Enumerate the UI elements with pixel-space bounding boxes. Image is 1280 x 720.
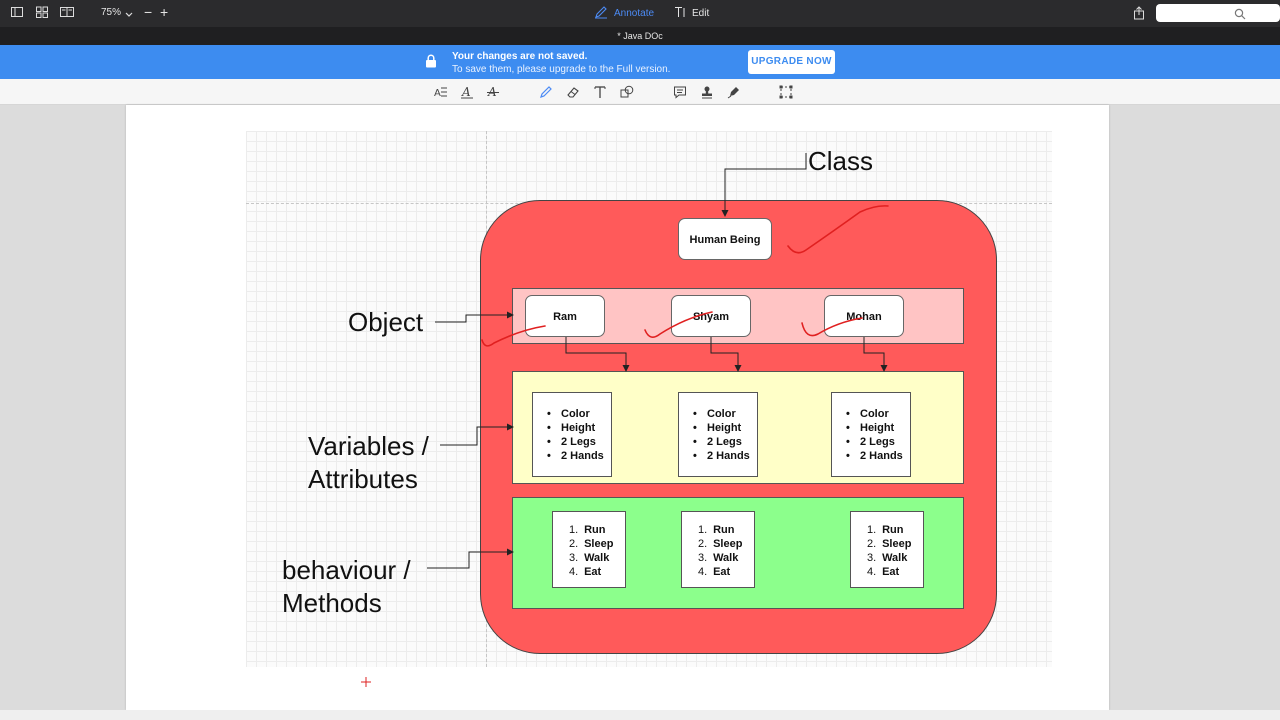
check-mark-ram	[481, 325, 546, 347]
ram-arrow	[565, 337, 630, 372]
crosshair-marker	[361, 677, 371, 687]
variables-arrow	[440, 423, 514, 446]
red-check-marks	[481, 205, 889, 347]
mohan-arrow	[863, 337, 888, 372]
object-arrow	[435, 311, 514, 323]
check-mark-shyam	[644, 311, 713, 338]
class-arrow	[721, 153, 807, 217]
check-mark-class	[787, 205, 889, 254]
connector-arrows	[427, 153, 888, 569]
connector-overlay	[361, 153, 889, 687]
shyam-arrow	[710, 337, 742, 372]
check-mark-mohan	[801, 317, 863, 337]
behaviour-arrow	[427, 548, 514, 569]
